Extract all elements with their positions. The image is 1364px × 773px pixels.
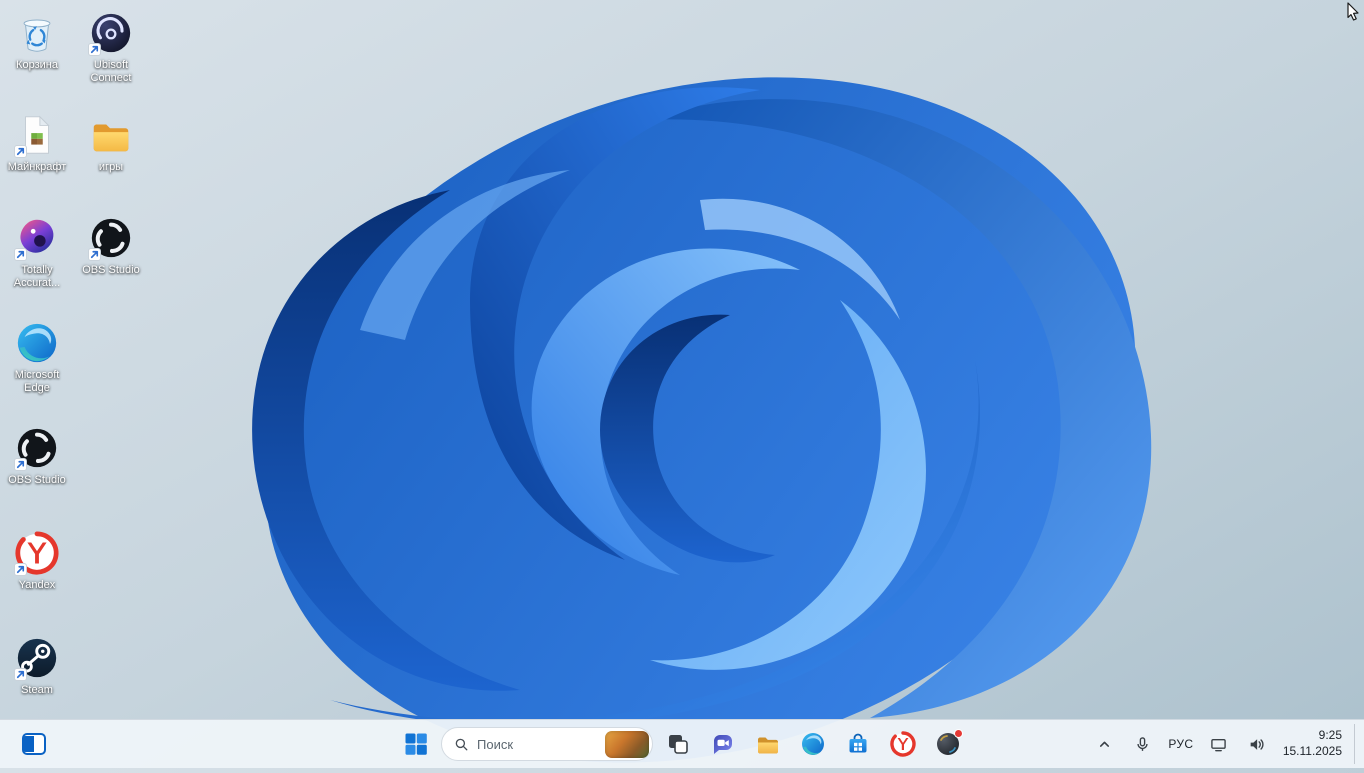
desktop-icon-recycle-bin[interactable]: Корзина xyxy=(0,10,74,72)
speaker-icon xyxy=(1248,736,1265,753)
ubisoft-connect-icon xyxy=(88,10,134,56)
microphone-icon xyxy=(1134,736,1151,753)
microsoft-store-button[interactable] xyxy=(838,724,878,764)
obs-studio-icon xyxy=(88,215,134,261)
shortcut-arrow-icon xyxy=(14,563,27,576)
notification-dot xyxy=(954,729,963,738)
task-view-icon xyxy=(665,731,691,757)
search-seasonal-art-icon xyxy=(605,730,649,758)
chevron-up-icon xyxy=(1096,736,1113,753)
desktop-icon-microsoft-edge[interactable]: Microsoft Edge xyxy=(0,320,74,395)
clock-time: 9:25 xyxy=(1318,728,1342,743)
desktop-icon-ubisoft-connect[interactable]: Ubisoft Connect xyxy=(74,10,148,85)
desktop-icon-label: Steam xyxy=(21,684,53,696)
folder-icon xyxy=(88,112,134,158)
shortcut-arrow-icon xyxy=(88,248,101,261)
chat-button[interactable] xyxy=(703,724,743,764)
yandex-browser-icon xyxy=(890,731,916,757)
desktop-icon-label: Майнкрафт xyxy=(7,161,67,173)
file-explorer-icon xyxy=(755,731,781,757)
search-placeholder: Поиск xyxy=(477,736,514,752)
tray-hidden-icons-button[interactable] xyxy=(1087,724,1123,764)
desktop-icon-label: Totally Accurat... xyxy=(13,264,61,290)
file-explorer-button[interactable] xyxy=(748,724,788,764)
desktop-icon-label: игры xyxy=(98,161,124,173)
shortcut-arrow-icon xyxy=(14,145,27,158)
shortcut-arrow-icon xyxy=(14,458,27,471)
show-desktop-button[interactable] xyxy=(1354,724,1360,764)
desktop-surface[interactable]: Корзина Ubisoft Connect Майнкрафт игры T… xyxy=(0,0,1364,720)
totally-accurate-icon xyxy=(14,215,60,261)
desktop-icon-label: OBS Studio xyxy=(82,264,140,276)
widgets-button[interactable] xyxy=(14,724,54,764)
clock-date: 15.11.2025 xyxy=(1282,744,1342,758)
tray-volume-button[interactable] xyxy=(1239,724,1275,764)
desktop-icon-label: Корзина xyxy=(16,59,58,71)
tray-language-indicator[interactable]: РУС xyxy=(1163,724,1199,764)
minecraft-file-icon xyxy=(14,112,60,158)
network-display-icon xyxy=(1210,736,1227,753)
desktop-icon-games-folder[interactable]: игры xyxy=(74,112,148,174)
desktop-icon-steam[interactable]: Steam xyxy=(0,635,74,697)
obs-studio-icon xyxy=(14,425,60,471)
microsoft-edge-icon xyxy=(14,320,60,366)
microsoft-store-icon xyxy=(845,731,871,757)
desktop-icon-yandex[interactable]: Yandex xyxy=(0,530,74,592)
dark-app-button[interactable] xyxy=(928,724,968,764)
edge-browser-button[interactable] xyxy=(793,724,833,764)
steam-icon xyxy=(14,635,60,681)
taskbar: Поиск РУС 9:25 15.11.2025 xyxy=(0,719,1364,768)
desktop-icon-label: OBS Studio xyxy=(8,474,66,486)
desktop-icon-totally-accurate[interactable]: Totally Accurat... xyxy=(0,215,74,290)
shortcut-arrow-icon xyxy=(14,668,27,681)
task-view-button[interactable] xyxy=(658,724,698,764)
windows-logo-icon xyxy=(404,732,428,756)
widgets-icon xyxy=(21,731,47,757)
tray-clock[interactable]: 9:25 15.11.2025 xyxy=(1277,724,1352,764)
taskbar-search[interactable]: Поиск xyxy=(441,727,653,761)
chat-icon xyxy=(710,731,736,757)
search-icon xyxy=(454,737,469,752)
language-label: РУС xyxy=(1168,737,1194,751)
tray-microphone-button[interactable] xyxy=(1125,724,1161,764)
desktop-icon-label: Ubisoft Connect xyxy=(90,59,132,85)
microsoft-edge-icon xyxy=(800,731,826,757)
desktop-icon-label: Yandex xyxy=(18,579,56,591)
desktop-icon-label: Microsoft Edge xyxy=(14,369,60,395)
shortcut-arrow-icon xyxy=(14,248,27,261)
desktop-icon-obs-studio-2[interactable]: OBS Studio xyxy=(74,215,148,277)
shortcut-arrow-icon xyxy=(88,43,101,56)
yandex-icon xyxy=(14,530,60,576)
tray-network-button[interactable] xyxy=(1201,724,1237,764)
yandex-browser-button[interactable] xyxy=(883,724,923,764)
desktop-icon-minecraft[interactable]: Майнкрафт xyxy=(0,112,74,174)
desktop-icon-obs-studio-1[interactable]: OBS Studio xyxy=(0,425,74,487)
recycle-bin-icon xyxy=(14,10,60,56)
start-button[interactable] xyxy=(396,724,436,764)
